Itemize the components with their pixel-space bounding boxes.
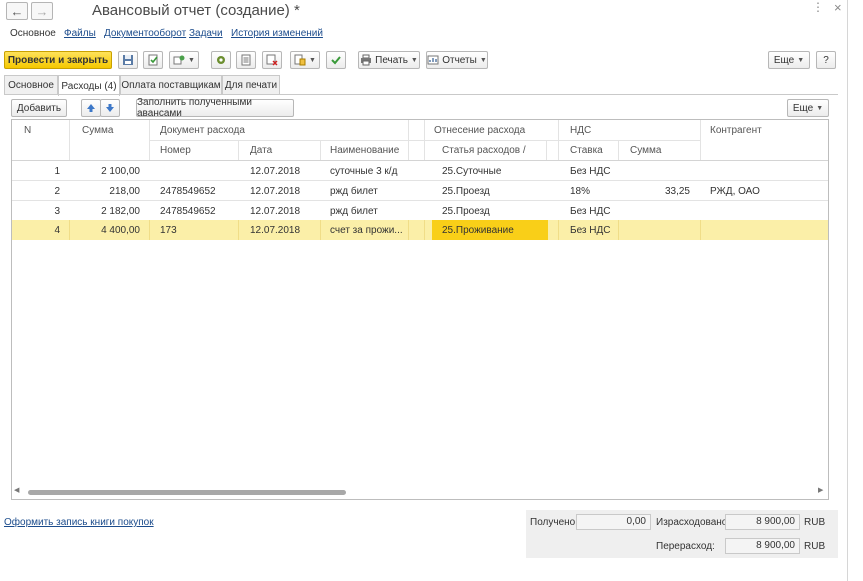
horizontal-scrollbar[interactable]: ◀ ▶ [14, 486, 826, 497]
journal-button[interactable] [236, 51, 256, 69]
check-button[interactable] [326, 51, 346, 69]
print-button[interactable]: Печать ▼ [358, 51, 420, 69]
pane-main[interactable]: Основное [10, 28, 56, 39]
spent-currency: RUB [804, 517, 826, 528]
post-document-icon [148, 54, 158, 66]
scroll-right-icon[interactable]: ▶ [818, 486, 823, 494]
chevron-down-icon: ▼ [797, 56, 805, 64]
close-icon[interactable]: × [834, 0, 842, 15]
purchase-book-link[interactable]: Оформить запись книги покупок [4, 517, 154, 528]
col-header-doc-name[interactable]: Наименование [330, 145, 399, 156]
list-icon [241, 54, 251, 66]
help-button[interactable]: ? [816, 51, 836, 69]
spent-label: Израсходовано: [656, 517, 731, 528]
structure-icon [294, 54, 306, 66]
report-icon [427, 55, 439, 65]
pane-files[interactable]: Файлы [64, 28, 96, 39]
expenses-table: N Сумма Документ расхода Номер Дата Наим… [11, 119, 829, 500]
save-icon [123, 55, 133, 65]
col-header-sum[interactable]: Сумма [82, 125, 113, 136]
fill-advances-button[interactable]: Заполнить полученными авансами [136, 97, 294, 119]
page-title: Авансовый отчет (создание) * [92, 2, 300, 19]
post-and-close-button[interactable]: Провести и закрыть [4, 51, 112, 69]
gear-icon [217, 56, 225, 64]
pane-history[interactable]: История изменений [231, 28, 323, 39]
tab-main[interactable]: Основное [4, 75, 58, 95]
checkmark-icon [331, 56, 341, 65]
overspent-field[interactable]: 8 900,00 [725, 538, 800, 554]
move-down-button[interactable] [100, 99, 120, 117]
move-up-button[interactable] [81, 99, 101, 117]
save-button[interactable] [118, 51, 138, 69]
tab-supplier-payments[interactable]: Оплата поставщикам [120, 75, 222, 95]
arrow-up-icon [87, 104, 95, 112]
tab-expenses[interactable]: Расходы (4) [58, 75, 120, 96]
col-header-allocation[interactable]: Отнесение расхода [434, 125, 525, 136]
chevron-down-icon: ▼ [479, 56, 487, 64]
spent-field[interactable]: 8 900,00 [725, 514, 800, 530]
arrow-left-icon: ← [10, 3, 24, 19]
col-header-doc-number[interactable]: Номер [160, 145, 191, 156]
col-header-vat[interactable]: НДС [570, 125, 591, 136]
chevron-down-icon: ▼ [410, 56, 418, 64]
table-more-button[interactable]: Еще ▼ [787, 99, 829, 117]
received-field[interactable]: 0,00 [576, 514, 651, 530]
tab-divider [4, 94, 838, 95]
overspent-label: Перерасход: [656, 541, 715, 552]
unpost-icon [266, 54, 278, 66]
pane-docflow[interactable]: Документооборот [104, 28, 186, 39]
col-header-document[interactable]: Документ расхода [160, 125, 245, 136]
received-label: Получено: [530, 517, 578, 528]
table-row-selected[interactable]: 4 4 400,00 173 12.07.2018 счет за прожи.… [12, 220, 828, 240]
reports-button[interactable]: Отчеты ▼ [426, 51, 488, 69]
forward-button[interactable]: → [31, 2, 53, 20]
printer-icon [361, 54, 372, 66]
scrollbar-thumb[interactable] [28, 490, 346, 495]
col-header-article[interactable]: Статья расходов / [442, 145, 526, 156]
overspent-currency: RUB [804, 541, 826, 552]
col-header-vat-sum[interactable]: Сумма [630, 145, 661, 156]
more-button[interactable]: Еще ▼ [768, 51, 810, 69]
window-edge [847, 0, 848, 581]
pane-tasks[interactable]: Задачи [189, 28, 223, 39]
col-header-n[interactable]: N [24, 125, 31, 136]
back-button[interactable]: ← [6, 2, 28, 20]
col-header-doc-date[interactable]: Дата [250, 145, 272, 156]
create-based-on-button[interactable]: ▼ [169, 51, 199, 69]
add-button[interactable]: Добавить [11, 99, 67, 117]
scroll-left-icon[interactable]: ◀ [14, 486, 19, 494]
col-header-counterparty[interactable]: Контрагент [710, 125, 762, 136]
col-header-vat-rate[interactable]: Ставка [570, 145, 603, 156]
post-button[interactable] [143, 51, 163, 69]
tab-for-print[interactable]: Для печати [222, 75, 280, 95]
chevron-down-icon: ▼ [309, 56, 316, 64]
chevron-down-icon: ▼ [188, 56, 195, 64]
more-actions-icon[interactable]: ⋮ [812, 0, 824, 14]
chevron-down-icon: ▼ [816, 104, 824, 112]
arrow-right-icon: → [35, 3, 49, 19]
create-based-icon [173, 55, 185, 65]
unpost-button[interactable] [262, 51, 282, 69]
arrow-down-icon [106, 104, 114, 112]
structure-button[interactable]: ▼ [290, 51, 320, 69]
settings-button[interactable] [211, 51, 231, 69]
